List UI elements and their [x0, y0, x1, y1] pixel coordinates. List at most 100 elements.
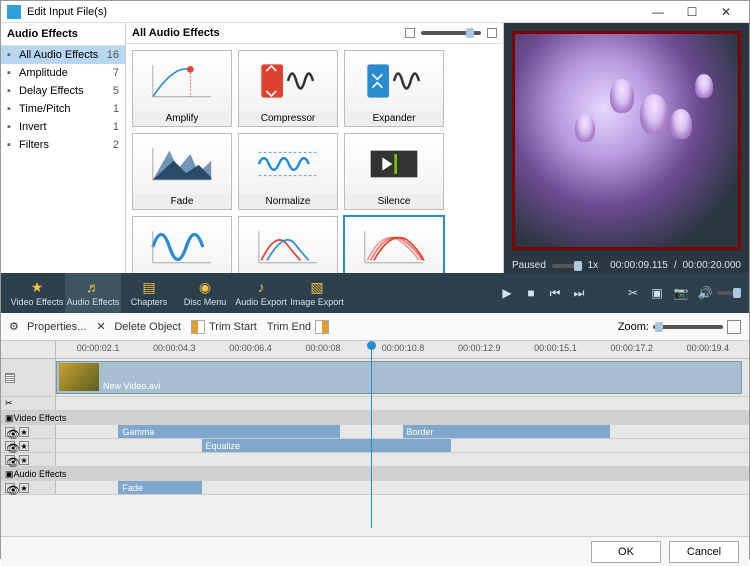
audio-effect-track-0[interactable]: 👁 ★ Fade — [1, 481, 749, 495]
ribbon-tab-audio-effects[interactable]: ♬Audio Effects — [65, 273, 121, 313]
cut-icon[interactable]: ✂ — [621, 286, 645, 300]
speed-slider[interactable] — [552, 264, 582, 268]
prev-button[interactable]: ⏮ — [543, 286, 567, 301]
effect-card-fade[interactable]: Fade — [132, 133, 232, 210]
zoom-slider[interactable] — [653, 325, 723, 329]
time-sep: / — [674, 260, 677, 271]
category-row-5[interactable]: ▪Filters2 — [1, 136, 125, 154]
scissors-track[interactable]: ✂ — [1, 397, 749, 411]
effect-clip-border[interactable]: Border — [403, 425, 611, 438]
footer: OK Cancel — [1, 536, 749, 566]
effect-card-vibrato[interactable]: Vibrato — [132, 216, 232, 273]
ruler-mark: 00:00:12.9 — [458, 343, 501, 353]
effect-card-compressor[interactable]: Compressor — [238, 50, 338, 127]
effect-label: Expander — [345, 111, 443, 126]
effect-clip-equalize[interactable]: Equalize — [202, 439, 451, 452]
effect-thumb — [239, 51, 337, 111]
effect-card-amplify[interactable]: Amplify — [132, 50, 232, 127]
effect-card-silence[interactable]: Silence — [344, 133, 444, 210]
playback-state: Paused — [512, 260, 546, 271]
next-button[interactable]: ⏭ — [567, 286, 591, 301]
eye-icon[interactable]: 👁 — [5, 483, 15, 493]
effect-clip-gamma[interactable]: Gamma — [118, 425, 340, 438]
category-row-1[interactable]: ▪Amplitude7 — [1, 64, 125, 82]
sidebar-header: Audio Effects — [1, 23, 125, 46]
eye-icon[interactable]: 👁 — [5, 455, 15, 465]
effect-card-normalize[interactable]: Normalize — [238, 133, 338, 210]
add-icon[interactable]: ★ — [19, 441, 29, 451]
trim-start-button[interactable]: Trim Start — [191, 320, 257, 334]
snapshot-icon[interactable]: ▣ — [645, 286, 669, 300]
add-icon[interactable]: ★ — [19, 427, 29, 437]
video-effect-track-1[interactable]: 👁 ★ Equalize — [1, 439, 749, 453]
category-label: All Audio Effects — [19, 49, 107, 61]
ribbon-tab-audio-export[interactable]: ♪Audio Export — [233, 273, 289, 313]
view-large-icon[interactable] — [487, 28, 497, 38]
video-effect-track-0[interactable]: 👁 ★ Gamma Border — [1, 425, 749, 439]
properties-button[interactable]: ⚙Properties... — [9, 320, 86, 334]
folder-icon: ▪ — [7, 49, 19, 61]
trim-start-icon — [191, 320, 205, 334]
ribbon-tab-label: Chapters — [131, 297, 168, 307]
playhead[interactable] — [371, 341, 372, 528]
video-effects-header[interactable]: ▣ Video Effects — [1, 411, 749, 425]
video-effect-track-2[interactable]: 👁★ — [1, 453, 749, 467]
ribbon: ★Video Effects♬Audio Effects ▤ Chapters ◉Di… — [1, 273, 749, 313]
ruler-mark: 00:00:19.4 — [687, 343, 730, 353]
camera-icon[interactable]: 📷 — [669, 286, 693, 300]
volume-slider[interactable] — [717, 291, 741, 295]
trim-end-icon — [315, 320, 329, 334]
effect-thumb — [345, 217, 443, 273]
effect-thumb — [133, 51, 231, 111]
effect-card-expander[interactable]: Expander — [344, 50, 444, 127]
audio-export-icon: ♪ — [252, 279, 270, 295]
ribbon-tab-image-export[interactable]: ▧ Image Export — [289, 273, 345, 313]
ribbon-tab-chapters[interactable]: ▤ Chapters — [121, 273, 177, 313]
ribbon-tab-label: Image Export — [290, 297, 344, 307]
effect-card-chorus[interactable]: Chorus — [344, 216, 444, 273]
category-row-4[interactable]: ▪Invert1 — [1, 118, 125, 136]
image-export-icon: ▧ — [308, 279, 326, 295]
category-count: 2 — [113, 139, 119, 151]
add-icon[interactable]: ★ — [19, 455, 29, 465]
audio-clip-fade[interactable]: Fade — [118, 481, 201, 494]
maximize-button[interactable]: ☐ — [675, 3, 709, 21]
effects-panel: All Audio Effects AmplifyCompressorExpan… — [126, 23, 504, 273]
cancel-button[interactable]: Cancel — [669, 541, 739, 563]
play-button[interactable]: ▶ — [495, 286, 519, 300]
add-icon[interactable]: ★ — [19, 483, 29, 493]
time-position: 00:00:09.115 — [610, 260, 668, 271]
thumbnail-size-slider[interactable] — [421, 31, 481, 35]
view-small-icon[interactable] — [405, 28, 415, 38]
audio-effects-header[interactable]: ▣ Audio Effects — [1, 467, 749, 481]
category-count: 16 — [107, 49, 119, 61]
minimize-button[interactable]: — — [641, 3, 675, 21]
ribbon-tab-disc-menu[interactable]: ◉Disc Menu — [177, 273, 233, 313]
preview-area[interactable] — [512, 31, 741, 250]
video-track[interactable]: New Video.avi — [1, 359, 749, 397]
close-button[interactable]: ✕ — [709, 3, 743, 21]
video-clip[interactable]: New Video.avi — [56, 361, 742, 394]
chapters-icon: ▤ — [140, 279, 158, 295]
ruler-mark: 00:00:10.8 — [382, 343, 425, 353]
delete-button[interactable]: ✕Delete Object — [96, 320, 181, 334]
time-ruler[interactable]: 00:00:02.100:00:04.300:00:06.400:00:0800… — [1, 341, 749, 359]
effect-thumb — [239, 217, 337, 273]
category-row-3[interactable]: ▪Time/Pitch1 — [1, 100, 125, 118]
category-row-0[interactable]: ▪All Audio Effects16 — [1, 46, 125, 64]
category-label: Invert — [19, 121, 113, 133]
eye-icon[interactable]: 👁 — [5, 441, 15, 451]
titlebar: Edit Input File(s) — ☐ ✕ — [1, 1, 749, 23]
ruler-mark: 00:00:04.3 — [153, 343, 196, 353]
volume-icon[interactable]: 🔊 — [693, 286, 717, 300]
ribbon-tab-video-effects[interactable]: ★Video Effects — [9, 273, 65, 313]
ok-button[interactable]: OK — [591, 541, 661, 563]
effect-card-flanger[interactable]: Flanger — [238, 216, 338, 273]
fit-icon[interactable] — [727, 320, 741, 334]
trim-end-button[interactable]: Trim End — [267, 320, 329, 334]
delete-icon: ✕ — [96, 320, 110, 334]
stop-button[interactable]: ■ — [519, 286, 543, 300]
eye-icon[interactable]: 👁 — [5, 427, 15, 437]
clip-label: New Video.avi — [103, 381, 160, 391]
category-row-2[interactable]: ▪Delay Effects5 — [1, 82, 125, 100]
